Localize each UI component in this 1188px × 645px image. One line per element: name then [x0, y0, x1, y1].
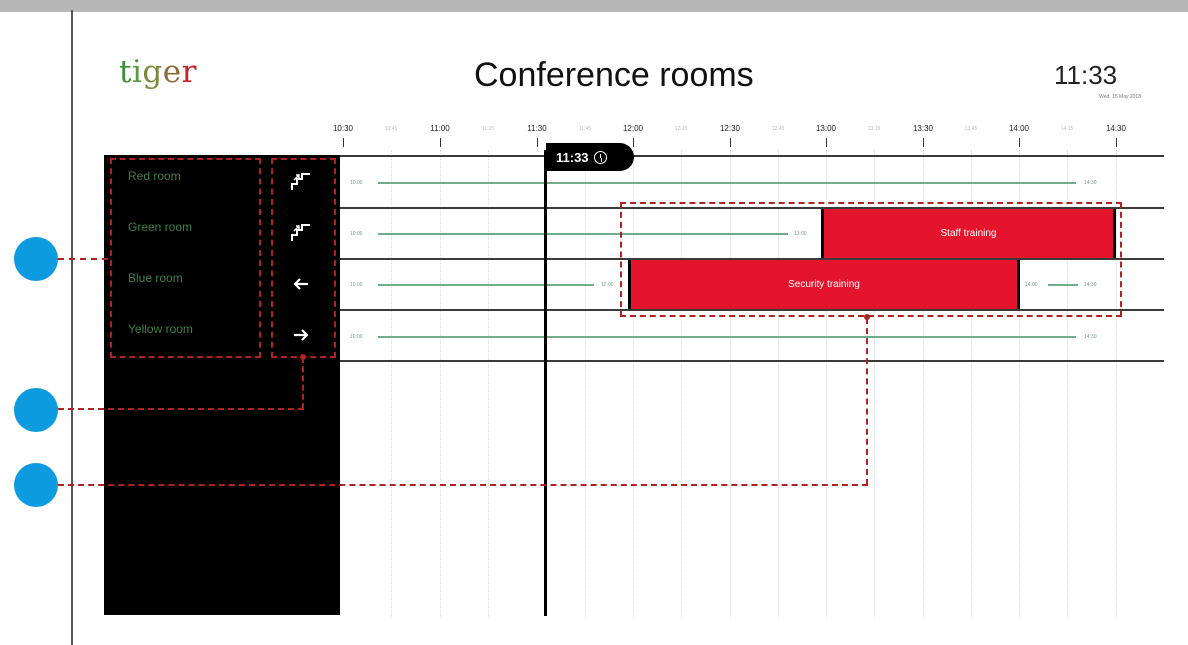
tick-mark: [730, 138, 731, 147]
tick-mark: [633, 138, 634, 147]
current-time-line: [544, 150, 547, 616]
row-separator: [340, 155, 1164, 157]
tick-mark: [440, 138, 441, 147]
availability-end-time: 12:00: [601, 282, 614, 288]
annotation-marker: [14, 388, 58, 432]
time-tick-minor: 12:45: [771, 126, 785, 132]
time-tick-minor: 14:15: [1060, 126, 1074, 132]
availability-start-time: 10:00: [350, 334, 363, 340]
time-tick-minor: 11:15: [481, 126, 495, 132]
availability-start-time: 10:00: [350, 180, 363, 186]
annotation-box-room-icons: [271, 158, 336, 358]
page-title: Conference rooms: [474, 56, 754, 94]
time-tick-major: 10:30: [332, 124, 354, 133]
annotation-leader: [866, 318, 868, 485]
time-tick-major: 14:00: [1008, 124, 1030, 133]
annotation-leader: [58, 484, 868, 486]
time-tick-major: 11:00: [430, 124, 450, 133]
tick-mark: [1019, 138, 1020, 147]
time-tick-major: 14:30: [1105, 124, 1127, 133]
annotation-dot: [864, 314, 870, 320]
logo-letter: e: [162, 54, 182, 90]
logo-letter: r: [181, 54, 197, 90]
time-tick-major: 13:30: [912, 124, 934, 133]
annotation-marker: [14, 463, 58, 507]
top-bar: [0, 0, 1188, 12]
time-tick-minor: 12:15: [674, 126, 688, 132]
grid-line: [440, 150, 441, 618]
availability-line: [378, 336, 1076, 338]
time-tick-major: 11:30: [527, 124, 547, 133]
annotation-leader: [58, 408, 304, 410]
time-tick-minor: 11:45: [578, 126, 592, 132]
current-time: 11:33: [1054, 60, 1118, 90]
logo: tiger: [119, 57, 197, 88]
time-tick-major: 13:00: [815, 124, 837, 133]
current-time-label: 11:33: [556, 149, 589, 165]
row-separator: [340, 360, 1164, 362]
annotation-leader: [58, 258, 108, 260]
grid-line: [585, 150, 586, 618]
left-rule: [71, 10, 73, 645]
annotation-dot: [300, 354, 306, 360]
time-tick-minor: 13:15: [867, 126, 881, 132]
availability-start-time: 10:00: [350, 282, 363, 288]
time-tick-major: 12:00: [622, 124, 644, 133]
availability-start-time: 10:00: [350, 231, 363, 237]
grid-line: [488, 150, 489, 618]
annotation-marker: [14, 237, 58, 281]
availability-end-time: 14:30: [1084, 180, 1097, 186]
time-tick-minor: 13:45: [964, 126, 978, 132]
annotation-box-room-names: [110, 158, 261, 358]
availability-line: [378, 284, 594, 286]
tick-mark: [343, 138, 344, 147]
time-tick-major: 12:30: [719, 124, 741, 133]
annotation-box-bookings: [620, 202, 1122, 317]
availability-end-time: 14:30: [1084, 334, 1097, 340]
annotation-leader: [302, 357, 304, 409]
current-date: Wed. 15 May 2018: [1099, 94, 1141, 100]
tick-mark: [923, 138, 924, 147]
logo-letter: i: [131, 54, 143, 90]
tick-mark: [826, 138, 827, 147]
current-time-bubble: 11:33: [546, 143, 634, 171]
logo-letter: t: [119, 54, 132, 90]
clock-icon: [593, 150, 607, 164]
availability-line: [378, 182, 1076, 184]
logo-letter: g: [142, 54, 163, 90]
tick-mark: [537, 138, 538, 147]
grid-line: [391, 150, 392, 618]
time-tick-minor: 10:45: [384, 126, 398, 132]
tick-mark: [1116, 138, 1117, 147]
